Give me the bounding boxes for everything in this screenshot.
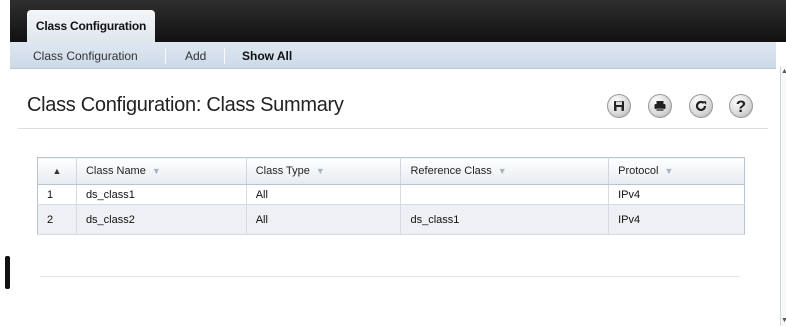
refresh-icon xyxy=(695,100,707,112)
column-header-label: Class Name xyxy=(85,165,146,177)
sort-caret-icon: ▼ xyxy=(151,166,161,176)
column-header-protocol[interactable]: Protocol ▼ xyxy=(608,157,745,185)
print-icon xyxy=(654,101,666,111)
cell-class-type: All xyxy=(246,184,402,205)
subnav-class-configuration[interactable]: Class Configuration xyxy=(33,42,138,69)
subnav-divider xyxy=(165,48,166,64)
column-header-label: Class Type xyxy=(255,165,310,177)
subnav-show-all[interactable]: Show All xyxy=(242,42,292,69)
panel-resize-handle[interactable] xyxy=(5,256,10,289)
subnav-label: Class Configuration xyxy=(33,48,138,63)
column-header-label: Reference Class xyxy=(410,165,492,177)
cell-class-name: ds_class2 xyxy=(76,204,247,235)
cell-protocol: IPv4 xyxy=(608,184,745,205)
tab-class-configuration[interactable]: Class Configuration xyxy=(27,10,155,42)
sub-navigation: Class Configuration Add Show All xyxy=(10,42,776,69)
cell-class-type: All xyxy=(246,204,402,235)
table-row[interactable]: 1 ds_class1 All IPv4 xyxy=(37,184,745,205)
sort-caret-icon: ▼ xyxy=(315,166,325,176)
column-header-index[interactable]: ▲ xyxy=(37,157,77,185)
subnav-divider xyxy=(224,48,225,64)
help-icon: ? xyxy=(735,96,747,116)
top-tab-bar: Class Configuration xyxy=(10,0,786,42)
column-header-class-type[interactable]: Class Type ▼ xyxy=(246,157,402,185)
class-summary-table: ▲ Class Name ▼ Class Type ▼ Reference Clas… xyxy=(37,157,745,235)
cell-reference-class: ds_class1 xyxy=(400,204,610,235)
subnav-label: Show All xyxy=(242,48,293,63)
title-divider xyxy=(18,128,768,129)
refresh-button[interactable] xyxy=(689,94,713,118)
row-index: 1 xyxy=(37,184,77,205)
vertical-scrollbar[interactable]: ▲ ▼ xyxy=(780,66,786,326)
subnav-add[interactable]: Add xyxy=(185,42,206,69)
subnav-label: Add xyxy=(185,48,207,63)
print-button[interactable] xyxy=(648,94,672,118)
table-row[interactable]: 2 ds_class2 All ds_class1 IPv4 xyxy=(37,204,745,235)
column-header-class-name[interactable]: Class Name ▼ xyxy=(76,157,247,185)
scroll-up-icon[interactable]: ▲ xyxy=(781,68,786,75)
page-title: Class Configuration: Class Summary xyxy=(27,94,344,116)
footer-divider xyxy=(40,276,740,277)
save-icon xyxy=(614,101,624,111)
sort-caret-icon: ▼ xyxy=(497,166,507,176)
column-header-reference-class[interactable]: Reference Class ▼ xyxy=(400,157,610,185)
scroll-down-icon[interactable]: ▼ xyxy=(781,317,786,324)
column-header-label: Protocol xyxy=(618,165,659,177)
cell-class-name: ds_class1 xyxy=(76,184,247,205)
sort-ascending-icon: ▲ xyxy=(52,166,62,176)
table-header-row: ▲ Class Name ▼ Class Type ▼ Reference Clas… xyxy=(37,157,745,185)
tab-label: Class Configuration xyxy=(35,19,147,33)
save-button[interactable] xyxy=(607,94,631,118)
help-button[interactable]: ? xyxy=(729,94,753,118)
sort-caret-icon: ▼ xyxy=(664,166,674,176)
cell-reference-class xyxy=(400,184,610,205)
cell-protocol: IPv4 xyxy=(608,204,745,235)
row-index: 2 xyxy=(37,204,77,235)
